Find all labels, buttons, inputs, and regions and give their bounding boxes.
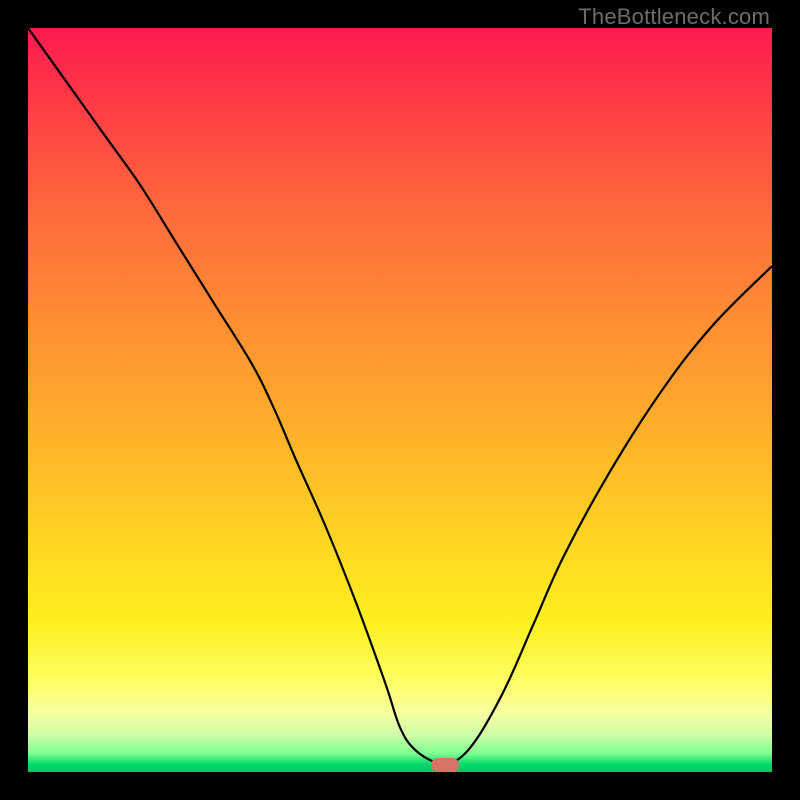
- bottleneck-curve: [28, 28, 772, 772]
- chart-plot-area: [28, 28, 772, 772]
- watermark: TheBottleneck.com: [578, 4, 770, 30]
- optimal-point-marker: [431, 758, 459, 772]
- bottleneck-curve-path: [28, 28, 772, 765]
